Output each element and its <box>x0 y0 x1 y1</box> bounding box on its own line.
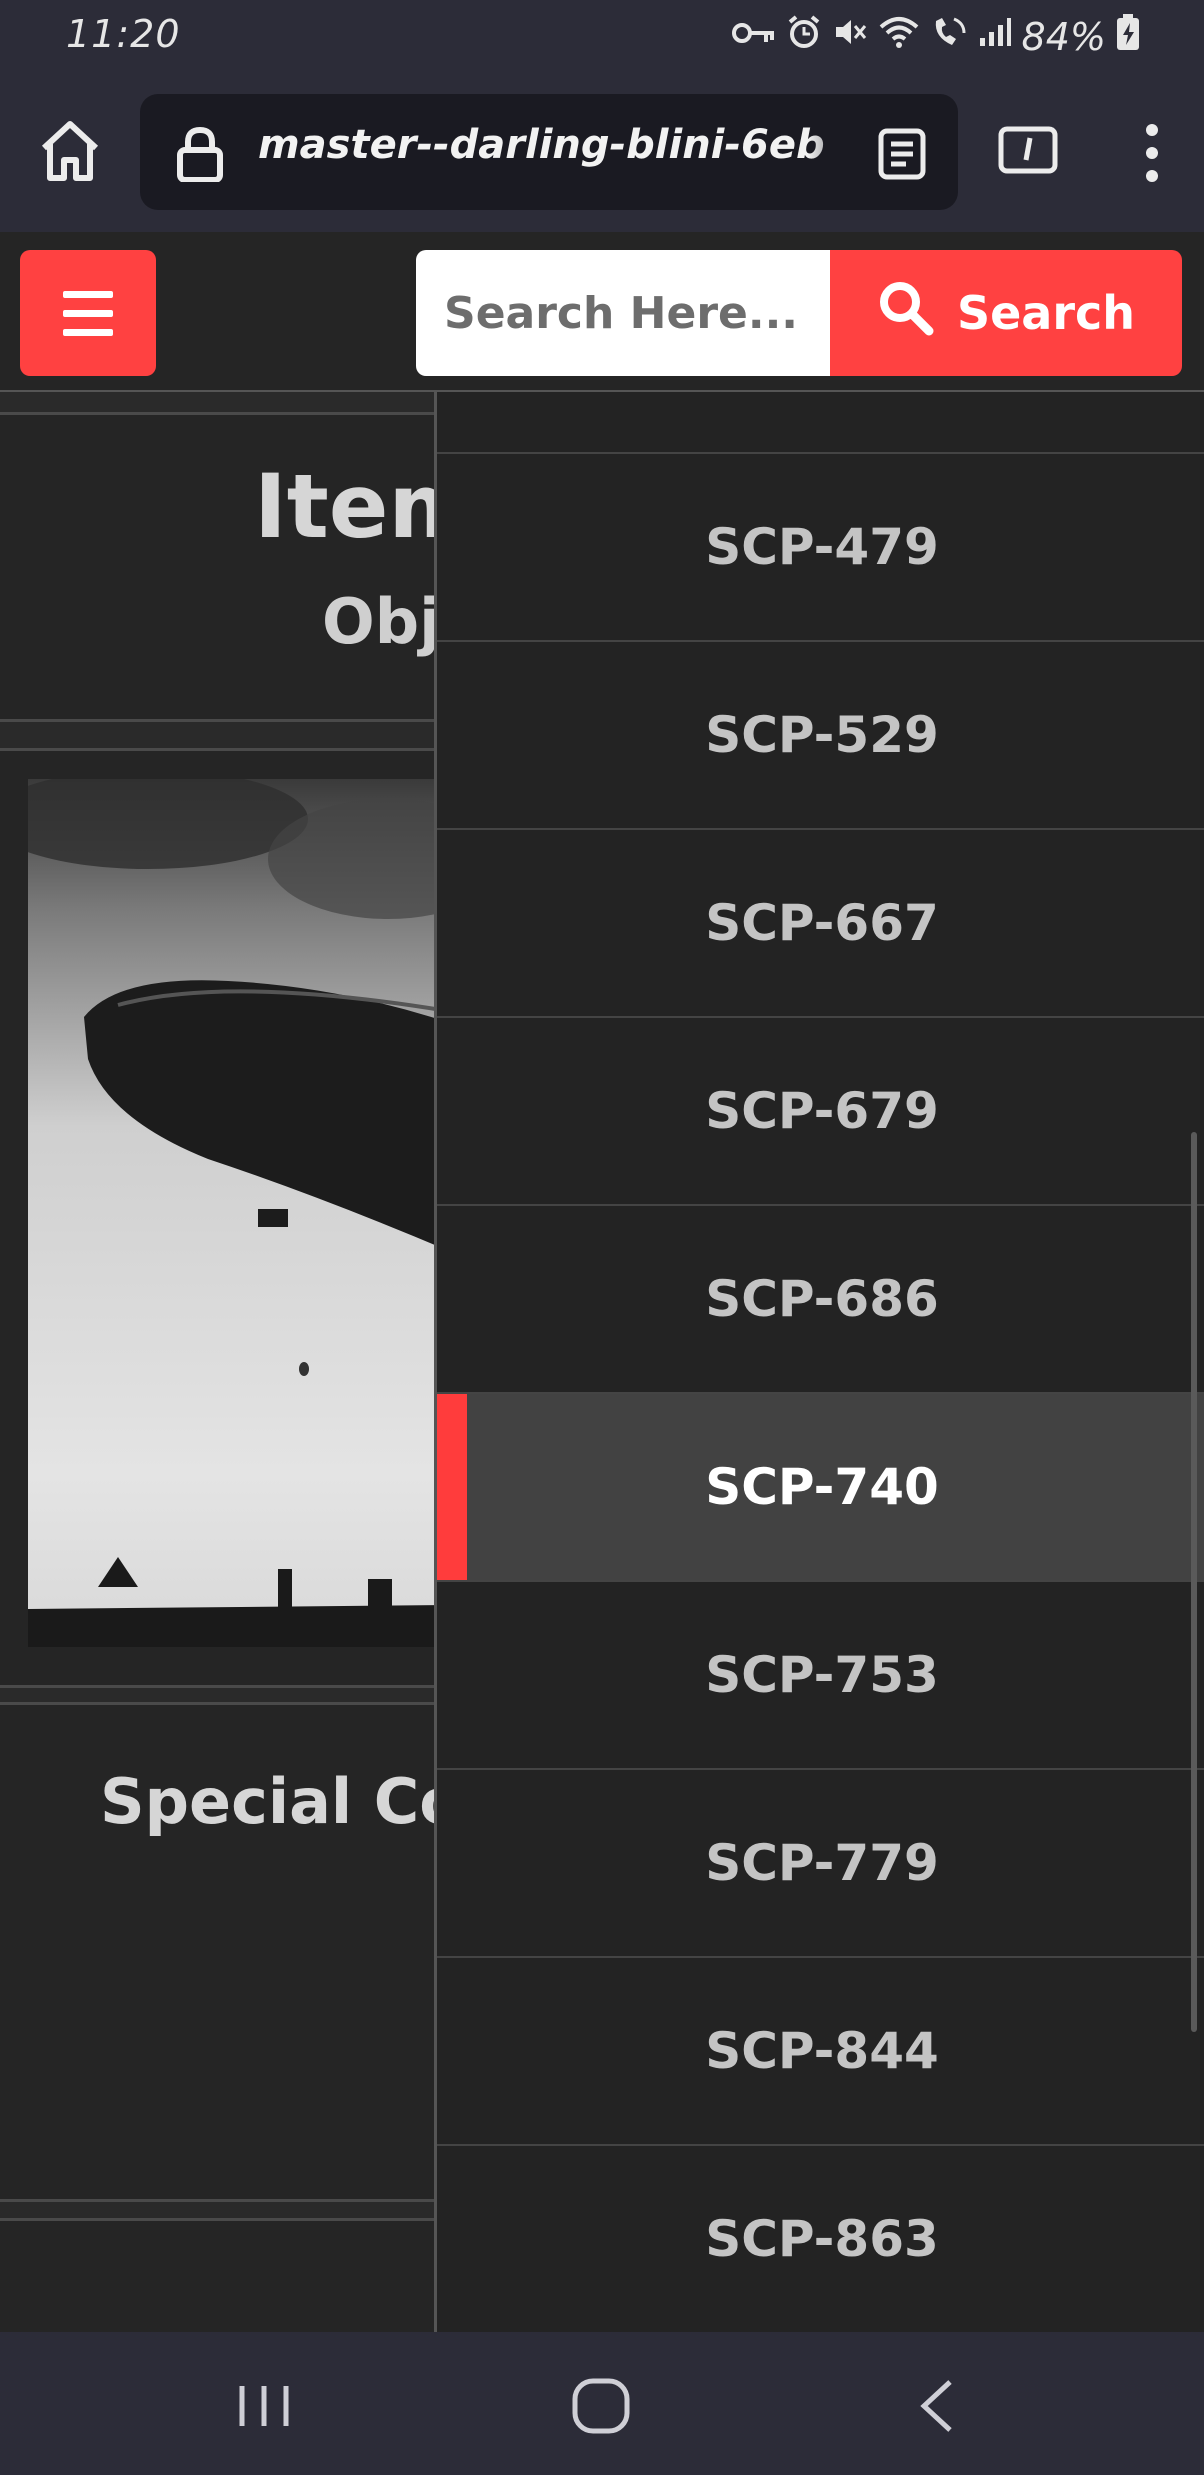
search-input[interactable] <box>416 250 832 376</box>
home-nav-icon[interactable] <box>570 2376 632 2436</box>
recent-apps-icon[interactable] <box>236 2382 292 2430</box>
drawer-item-label: SCP-479 <box>705 518 939 576</box>
drawer-item-label: SCP-844 <box>705 2022 939 2080</box>
drawer-item-label: SCP-740 <box>705 1458 939 1516</box>
alarm-icon <box>786 14 822 59</box>
status-time: 11:20 <box>66 12 181 56</box>
drawer-item-scp-479[interactable]: SCP-479 <box>437 452 1204 640</box>
search-button-label: Search <box>956 286 1136 340</box>
drawer-item-label: SCP-753 <box>705 1646 939 1704</box>
search-button[interactable]: Search <box>830 250 1182 376</box>
hamburger-menu-button[interactable] <box>20 250 156 376</box>
wifi-call-icon <box>930 15 968 58</box>
drawer-scrollbar[interactable] <box>1191 1132 1197 2032</box>
drawer-item-scp-740[interactable]: SCP-740 <box>437 1392 1204 1580</box>
url-text[interactable]: master--darling-blini-6eb <box>258 122 868 182</box>
battery-charging-icon <box>1116 14 1140 59</box>
drawer-item-label: SCP-686 <box>705 1270 939 1328</box>
drawer-item-scp-679[interactable]: SCP-679 <box>437 1016 1204 1204</box>
home-icon[interactable] <box>38 116 102 186</box>
more-menu-icon[interactable] <box>1142 122 1162 184</box>
drawer-item-label: SCP-863 <box>705 2210 939 2268</box>
drawer-item-scp-529[interactable]: SCP-529 <box>437 640 1204 828</box>
menu-bar-icon <box>63 309 113 317</box>
airship-photo <box>0 769 508 1647</box>
scp-list-drawer: SCP-479 SCP-529 SCP-667 SCP-679 SCP-686 … <box>434 392 1204 2332</box>
address-bar[interactable]: master--darling-blini-6eb <box>140 94 958 210</box>
drawer-item-scp-667[interactable]: SCP-667 <box>437 828 1204 1016</box>
menu-bar-icon <box>63 290 113 298</box>
drawer-item-scp-779[interactable]: SCP-779 <box>437 1768 1204 1956</box>
signal-icon <box>978 16 1012 57</box>
url-fade <box>808 114 868 190</box>
drawer-item-label: SCP-779 <box>705 1834 939 1892</box>
status-bar: 11:20 84% <box>0 0 1204 76</box>
system-nav-bar <box>0 2332 1204 2475</box>
drawer-item-label: SCP-679 <box>705 1082 939 1140</box>
mute-icon <box>832 14 868 59</box>
battery-level: 84% <box>1021 14 1106 59</box>
drawer-item-label: SCP-667 <box>705 894 939 952</box>
status-icons: 84% <box>731 14 1140 59</box>
drawer-item-scp-863[interactable]: SCP-863 <box>437 2144 1204 2332</box>
wifi-icon <box>878 15 920 58</box>
drawer-item-scp-753[interactable]: SCP-753 <box>437 1580 1204 1768</box>
menu-bar-icon <box>63 328 113 336</box>
object-class: Obj <box>322 585 441 658</box>
tabs-icon[interactable] <box>998 126 1058 174</box>
back-icon[interactable] <box>914 2376 958 2436</box>
lock-icon[interactable] <box>174 126 226 183</box>
key-icon <box>731 17 776 57</box>
drawer-item-scp-686[interactable]: SCP-686 <box>437 1204 1204 1392</box>
search-icon <box>877 279 935 348</box>
reader-mode-icon[interactable] <box>878 128 926 180</box>
browser-toolbar: master--darling-blini-6eb <box>0 76 1204 232</box>
drawer-item-scp-844[interactable]: SCP-844 <box>437 1956 1204 2144</box>
drawer-item-label: SCP-529 <box>705 706 939 764</box>
site-header: Search <box>0 232 1204 392</box>
active-indicator <box>437 1394 467 1580</box>
